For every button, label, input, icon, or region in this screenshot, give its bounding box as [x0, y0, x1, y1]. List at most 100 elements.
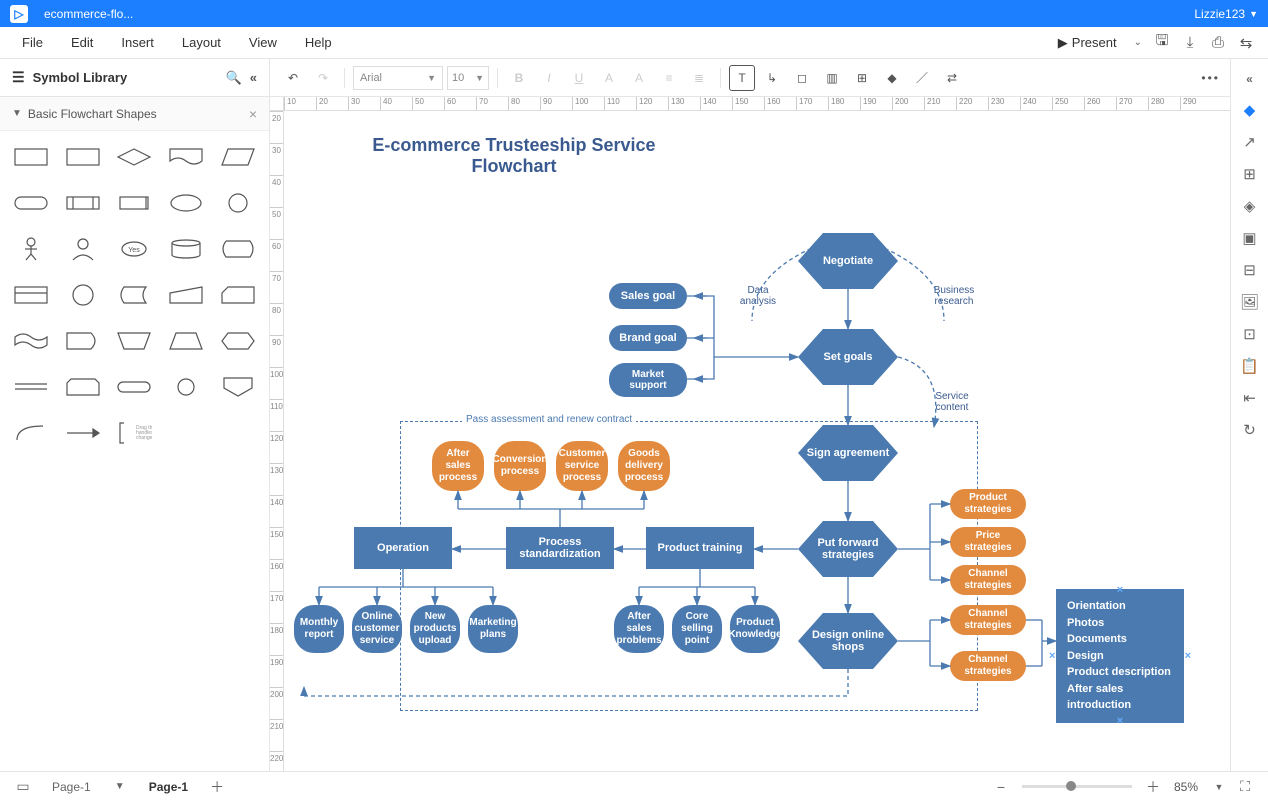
collapse-right-icon[interactable]: «	[1246, 65, 1253, 93]
text-tool-button[interactable]: T	[729, 65, 755, 91]
node-goods-delivery-process[interactable]: Goods delivery process	[618, 441, 670, 491]
zoom-out-button[interactable]: −	[988, 779, 1014, 795]
shape-process[interactable]	[8, 139, 54, 175]
slideshow-icon[interactable]: ▣	[1236, 223, 1264, 253]
font-select[interactable]: Arial▼	[353, 66, 443, 90]
print-icon[interactable]: ⎙	[1204, 34, 1232, 51]
present-button[interactable]: ▶ Present	[1049, 30, 1126, 56]
node-online-customer-service[interactable]: Online customer service	[352, 605, 402, 653]
node-product-knowledge[interactable]: Product Knowledge	[730, 605, 780, 653]
share-icon[interactable]: ⇆	[1232, 34, 1260, 52]
shape-annotation[interactable]: Drag the sidehandles tochange width	[112, 415, 158, 451]
node-customer-service-process[interactable]: Customer service process	[556, 441, 608, 491]
fill-button[interactable]: ◆	[879, 65, 905, 91]
highlight-button[interactable]: A	[626, 65, 652, 91]
shape-loop-limit[interactable]	[163, 323, 209, 359]
node-after-sales-process[interactable]: After sales process	[432, 441, 484, 491]
page-tab-active[interactable]: Page-1	[133, 776, 204, 798]
shape-circle2[interactable]	[60, 277, 106, 313]
shape-rounded-rect[interactable]	[60, 369, 106, 405]
line-style-button[interactable]: ⇄	[939, 65, 965, 91]
category-header[interactable]: ▼ Basic Flowchart Shapes ×	[0, 97, 269, 131]
flowchart-title[interactable]: E-commerce Trusteeship Service Flowchart	[344, 135, 684, 177]
shape-offpage-conn[interactable]	[215, 369, 261, 405]
node-monthly-report[interactable]: Monthly report	[294, 605, 344, 653]
zoom-in-button[interactable]: ＋	[1140, 777, 1166, 797]
menu-edit[interactable]: Edit	[57, 29, 107, 56]
download-icon[interactable]: ⤓	[1176, 34, 1204, 51]
menu-help[interactable]: Help	[291, 29, 346, 56]
node-channel-strategies[interactable]: Channel strategies	[950, 565, 1026, 595]
add-page-icon[interactable]: ＋	[204, 777, 230, 797]
node-brand-goal[interactable]: Brand goal	[609, 325, 687, 351]
canvas[interactable]: E-commerce Trusteeship Service Flowchart…	[284, 111, 1230, 771]
grid-icon[interactable]: ⊞	[1236, 159, 1264, 189]
shape-user[interactable]	[60, 231, 106, 267]
connector-button[interactable]: ↳	[759, 65, 785, 91]
node-process-std[interactable]: Process standardization	[506, 527, 614, 569]
node-market-support[interactable]: Market support	[609, 363, 687, 397]
node-after-sales-problems[interactable]: After sales problems	[614, 605, 664, 653]
underline-button[interactable]: U	[566, 65, 592, 91]
import-icon[interactable]: ⇤	[1236, 383, 1264, 413]
clipboard-icon[interactable]: 📋	[1236, 351, 1264, 381]
theme-icon[interactable]: ◆	[1236, 95, 1264, 125]
shape-data[interactable]	[215, 139, 261, 175]
close-icon[interactable]: ×	[249, 106, 257, 122]
shape-tape[interactable]	[8, 323, 54, 359]
shape-document[interactable]	[163, 139, 209, 175]
shape-preparation[interactable]	[215, 323, 261, 359]
node-new-products-upload[interactable]: New products upload	[410, 605, 460, 653]
shape-cylinder-side[interactable]	[112, 277, 158, 313]
shape-internal-storage[interactable]	[8, 277, 54, 313]
export-icon[interactable]: ↗	[1236, 127, 1264, 157]
data-icon[interactable]: ⊟	[1236, 255, 1264, 285]
arrange-button[interactable]: ▥	[819, 65, 845, 91]
shape-arc[interactable]	[8, 415, 54, 451]
zoom-slider[interactable]	[1022, 785, 1132, 788]
label-data-analysis[interactable]: Data analysis	[728, 285, 788, 307]
shape-stored-data[interactable]	[112, 185, 158, 221]
more-button[interactable]: •••	[1201, 71, 1220, 85]
shape-actor[interactable]	[8, 231, 54, 267]
label-pass-assessment[interactable]: Pass assessment and renew contract	[462, 414, 636, 425]
node-channel-strategies-3[interactable]: Channel strategies	[950, 651, 1026, 681]
image-icon[interactable]: 🖼	[1236, 287, 1264, 317]
redo-button[interactable]: ↷	[310, 65, 336, 91]
shape-manual-op[interactable]	[112, 323, 158, 359]
tab-dropdown-icon[interactable]: ▼	[107, 781, 133, 792]
node-sales-goal[interactable]: Sales goal	[609, 283, 687, 309]
menu-insert[interactable]: Insert	[107, 29, 168, 56]
node-info-list[interactable]: × OrientationPhotosDocumentsDesignProduc…	[1056, 589, 1184, 723]
menu-layout[interactable]: Layout	[168, 29, 235, 56]
menu-view[interactable]: View	[235, 29, 291, 56]
node-core-selling[interactable]: Core selling point	[672, 605, 722, 653]
page-tab-1[interactable]: Page-1	[36, 776, 107, 798]
shape-circle[interactable]	[215, 185, 261, 221]
shape-terminator[interactable]	[8, 185, 54, 221]
node-channel-strategies-2[interactable]: Channel strategies	[950, 605, 1026, 635]
group-button[interactable]: ⊞	[849, 65, 875, 91]
label-business-research[interactable]: Business research	[924, 285, 984, 307]
text-color-button[interactable]: A	[596, 65, 622, 91]
save-icon[interactable]: 🖫	[1148, 30, 1176, 55]
shape-database[interactable]	[163, 231, 209, 267]
size-select[interactable]: 10▼	[447, 66, 489, 90]
node-set-goals[interactable]: Set goals	[798, 329, 898, 385]
shape-display[interactable]	[215, 231, 261, 267]
align-h-button[interactable]: ≡	[656, 65, 682, 91]
zoom-value[interactable]: 85%	[1166, 780, 1206, 794]
user-menu[interactable]: Lizzie123 ▼	[1194, 7, 1258, 21]
history-icon[interactable]: ↻	[1236, 415, 1264, 445]
shape-connector-yes[interactable]: Yes	[112, 231, 158, 267]
node-negotiate[interactable]: Negotiate	[798, 233, 898, 289]
node-price-strategies[interactable]: Price strategies	[950, 527, 1026, 557]
shape-card[interactable]	[215, 277, 261, 313]
outline-icon[interactable]: ⊡	[1236, 319, 1264, 349]
node-product-strategies[interactable]: Product strategies	[950, 489, 1026, 519]
node-product-training[interactable]: Product training	[646, 527, 754, 569]
zoom-dropdown-icon[interactable]: ▼	[1206, 782, 1232, 792]
shape-ellipse[interactable]	[163, 185, 209, 221]
align-v-button[interactable]: ≣	[686, 65, 712, 91]
node-operation[interactable]: Operation	[354, 527, 452, 569]
